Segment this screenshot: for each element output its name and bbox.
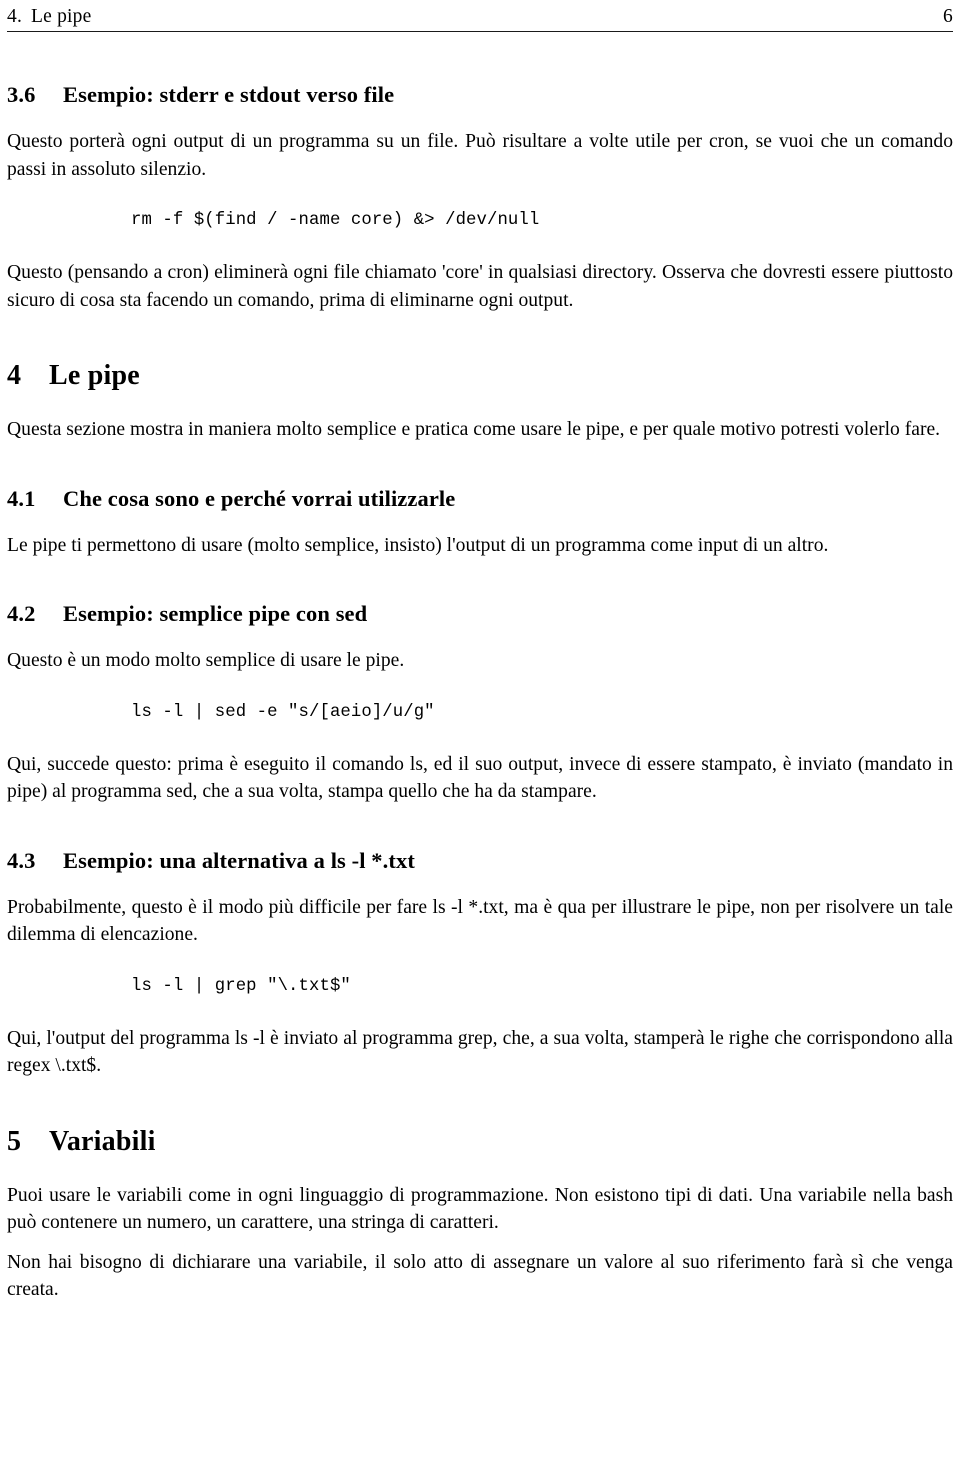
subsection-number-4-1: 4.1	[7, 485, 36, 511]
heading-section-5: 5 Variabili	[7, 1126, 953, 1158]
paragraph-3-6-2: Questo (pensando a cron) eliminerà ogni …	[7, 262, 953, 311]
section-number-4: 4	[7, 360, 22, 391]
heading-subsection-4-2: 4.2 Esempio: semplice pipe con sed	[7, 601, 953, 627]
paragraph-4-2-1: Questo è un modo molto semplice di usare…	[7, 650, 405, 671]
subsection-title-4-1: Che cosa sono e perché vorrai utilizzarl…	[63, 485, 456, 511]
subsection-title-3-6: Esempio: stderr e stdout verso file	[63, 82, 395, 107]
section-title-5: Variabili	[49, 1125, 156, 1157]
header-chapter-number: 4.	[7, 6, 23, 27]
document-page: 4. Le pipe 6 3.6 Esempio: stderr e stdout …	[0, 0, 960, 1469]
paragraph-4-3-1: Probabilmente, questo è il modo più diff…	[7, 896, 953, 946]
heading-subsection-3-6: 3.6 Esempio: stderr e stdout verso file	[7, 82, 953, 108]
subsection-title-4-3: Esempio: una alternativa a ls -l *.txt	[63, 847, 415, 873]
code-block-rm-find: rm -f $(find / -name core) &> /dev/null	[131, 211, 540, 230]
paragraph-3-6-1: Questo porterà ogni output di un program…	[7, 131, 953, 180]
heading-subsection-4-1: 4.1 Che cosa sono e perché vorrai utilizz…	[7, 486, 953, 512]
paragraph-4-1: Questa sezione mostra in maniera molto s…	[7, 419, 941, 440]
page-number: 6	[943, 6, 953, 27]
header-chapter-title: Le pipe	[31, 6, 92, 27]
page-running-header: 4. Le pipe 6	[7, 0, 953, 30]
heading-subsection-4-3: 4.3 Esempio: una alternativa a ls -l *.tx…	[7, 848, 953, 874]
paragraph-5-1: Puoi usare le variabili come in ogni lin…	[7, 1184, 953, 1234]
header-chapter-label: 4. Le pipe	[7, 6, 91, 28]
subsection-number-3-6: 3.6	[7, 82, 36, 107]
paragraph-4-1-1: Le pipe ti permettono di usare (molto se…	[7, 534, 829, 556]
code-block-ls-sed: ls -l | sed -e "s/[aeio]/u/g"	[131, 702, 435, 722]
code-block-ls-grep: ls -l | grep "\.txt$"	[131, 976, 351, 996]
paragraph-4-2-2: Qui, succede questo: prima è eseguito il…	[7, 753, 953, 803]
heading-section-4: 4 Le pipe	[7, 360, 953, 392]
paragraph-5-2: Non hai bisogno di dichiarare una variab…	[7, 1251, 953, 1301]
paragraph-4-3-2: Qui, l'output del programma ls -l è invi…	[7, 1027, 953, 1077]
section-title-4: Le pipe	[49, 360, 140, 391]
section-number-5: 5	[7, 1125, 22, 1157]
subsection-number-4-3: 4.3	[7, 847, 36, 873]
subsection-title-4-2: Esempio: semplice pipe con sed	[63, 601, 368, 626]
subsection-number-4-2: 4.2	[7, 601, 36, 626]
